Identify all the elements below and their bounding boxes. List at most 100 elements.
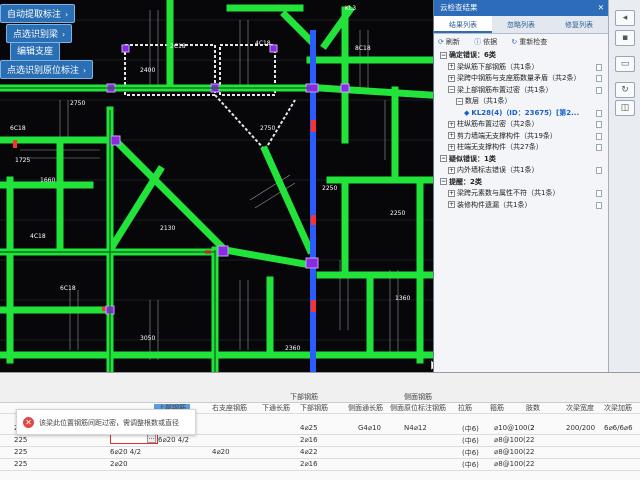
- table-cell[interactable]: ⌀8@100(2: [494, 448, 530, 456]
- side-toolbar: ◂ ▪ ▭ ↻ ◫: [608, 0, 640, 372]
- cad-label: 2400: [140, 67, 155, 74]
- basis-button[interactable]: ⓘ 依据: [474, 38, 503, 46]
- expand-icon[interactable]: +: [448, 189, 455, 197]
- tree-item-label: 梁纵筋下部钢筋（共1条）: [457, 62, 539, 71]
- collapse-icon[interactable]: −: [440, 51, 447, 59]
- tree-item[interactable]: + 装修构件遗漏（共1条）: [434, 200, 608, 212]
- table-cell[interactable]: 4⌀25: [300, 424, 318, 432]
- tab-ignored[interactable]: 忽略列表: [492, 16, 550, 33]
- pick-identify-beam-button[interactable]: 点选识别梁 ›: [6, 24, 73, 43]
- table-cell[interactable]: ⌀8@100(2: [494, 436, 530, 444]
- expand-icon[interactable]: +: [448, 143, 455, 151]
- expand-icon[interactable]: +: [448, 63, 455, 70]
- pin-icon[interactable]: ▪: [615, 30, 635, 46]
- document-icon[interactable]: [596, 201, 602, 209]
- table-cell[interactable]: ⌀10@100(2: [494, 424, 535, 432]
- tree-item[interactable]: + 梁跨元素数与属性不符（共1条）: [434, 188, 608, 200]
- tree-item[interactable]: + 柱纵筋布置过密（共2条）: [434, 119, 608, 131]
- group-header: 下部钢筋: [290, 393, 318, 401]
- tree-item[interactable]: + 梁跨中钢筋与支座筋数量矛盾（共2条）: [434, 73, 608, 85]
- table-cell[interactable]: 6⌀20 4/2: [110, 448, 141, 456]
- expand-icon[interactable]: +: [448, 74, 455, 82]
- collapse-icon[interactable]: −: [440, 178, 447, 185]
- tree-item-label: 柱纵筋布置过密（共2条）: [457, 120, 539, 128]
- document-icon[interactable]: [596, 167, 602, 174]
- panel-tabs: 结果列表 忽略列表 修复列表: [434, 16, 608, 34]
- tree-item[interactable]: + 剪力墙端无支撑构件（共19条）: [434, 131, 608, 143]
- table-cell[interactable]: 225: [14, 460, 27, 468]
- cad-label: 1360: [395, 295, 410, 302]
- table-cell[interactable]: 4⌀20: [212, 448, 230, 456]
- expand-icon[interactable]: +: [448, 166, 455, 174]
- tree-item-label: 梁上部钢筋布置过密（共1条）: [457, 85, 553, 94]
- expand-icon[interactable]: +: [448, 120, 455, 128]
- document-icon[interactable]: [596, 63, 602, 71]
- document-icon[interactable]: [596, 86, 602, 94]
- edit-support-button[interactable]: 编辑支座: [10, 42, 61, 61]
- cad-drawing[interactable]: 6C18 2400 1725 1660 4C18 6C18 2130 2C18 …: [0, 0, 440, 372]
- close-icon[interactable]: ✕: [598, 0, 604, 16]
- collapse-icon[interactable]: −: [448, 86, 455, 93]
- table-cell[interactable]: 2⌀20: [110, 460, 128, 468]
- table-cell[interactable]: (中6): [462, 424, 479, 434]
- tree-item-label: 剪力墙端无支撑构件（共19条）: [457, 131, 557, 140]
- tree-item[interactable]: ◆ KL28(4)（ID：23675）[第2...: [434, 108, 608, 120]
- cad-label: 6C18: [60, 285, 76, 292]
- table-cell[interactable]: 2: [530, 460, 534, 468]
- table-cell[interactable]: 6⌀20 4/2: [158, 436, 189, 444]
- document-icon[interactable]: [596, 144, 602, 151]
- collapse-icon[interactable]: ◂: [615, 10, 635, 26]
- table-cell[interactable]: 225: [14, 436, 27, 444]
- collapse-icon[interactable]: −: [440, 155, 447, 162]
- table-cell[interactable]: 2⌀16: [300, 460, 318, 468]
- tree-item[interactable]: + 柱端无支撑构件（共27条）: [434, 142, 608, 154]
- table-cell[interactable]: 2: [530, 424, 534, 432]
- pick-identify-in-situ-annotation-button[interactable]: 点选识别原位标注 ›: [0, 60, 94, 79]
- expand-icon[interactable]: +: [448, 201, 455, 208]
- rotate-icon[interactable]: ↻: [615, 82, 635, 98]
- table-cell[interactable]: 6⌀6/6⌀6: [604, 424, 633, 432]
- document-icon[interactable]: [596, 132, 602, 140]
- table-cell[interactable]: G4⌀10: [358, 424, 381, 432]
- document-icon[interactable]: [596, 121, 602, 128]
- table-cell[interactable]: 2⌀16: [300, 436, 318, 444]
- cad-canvas[interactable]: 6C18 2400 1725 1660 4C18 6C18 2130 2C18 …: [0, 0, 440, 372]
- toggle-icon[interactable]: ▭: [615, 56, 635, 72]
- table-cell[interactable]: ⌀8@100(2: [494, 460, 530, 468]
- tree-item[interactable]: − 数层（共1条）: [434, 96, 608, 108]
- cad-label: 2250: [322, 185, 337, 192]
- tab-results[interactable]: 结果列表: [434, 16, 492, 33]
- table-cell[interactable]: 2: [530, 436, 534, 444]
- tree-item[interactable]: − 疑似错误：1类: [434, 154, 608, 166]
- table-cell[interactable]: N4⌀12: [404, 424, 427, 432]
- tab-repaired[interactable]: 修复列表: [550, 16, 608, 33]
- tree-item-label: 内外墙标志错误（共1条）: [457, 166, 539, 174]
- refresh-button[interactable]: ⟳ 刷新: [438, 38, 466, 46]
- zoom-icon[interactable]: ◫: [615, 100, 635, 116]
- error-message: 该梁此位置钢筋间距过密，需调整根数或直径: [39, 419, 179, 427]
- tree-item[interactable]: − 提醒：2类: [434, 177, 608, 189]
- document-icon[interactable]: [596, 190, 602, 197]
- tree-item[interactable]: − 确定错误：6类: [434, 50, 608, 62]
- tree-item[interactable]: + 内外墙标志错误（共1条）: [434, 165, 608, 177]
- table-cell[interactable]: 200/200: [566, 424, 595, 432]
- table-cell[interactable]: (中6): [462, 436, 479, 446]
- tree-item-label: 提醒：2类: [449, 177, 482, 186]
- table-cell[interactable]: 2: [530, 448, 534, 456]
- tree-item[interactable]: − 梁上部钢筋布置过密（共1条）: [434, 85, 608, 97]
- recheck-button[interactable]: ↻ 重新检查: [511, 38, 553, 46]
- tree-item[interactable]: + 梁纵筋下部钢筋（共1条）: [434, 62, 608, 74]
- column-header: 侧面通长筋: [348, 404, 383, 412]
- chevron-right-icon: ›: [65, 10, 69, 19]
- info-icon: ⓘ: [474, 38, 482, 46]
- tree-item-label: 装修构件遗漏（共1条）: [457, 200, 532, 209]
- document-icon[interactable]: [596, 75, 602, 82]
- table-cell[interactable]: 4⌀22: [300, 448, 318, 456]
- table-cell[interactable]: (中6): [462, 460, 479, 470]
- auto-extract-annotation-button[interactable]: 自动提取标注 ›: [0, 4, 76, 23]
- table-cell[interactable]: 225: [14, 448, 27, 456]
- document-icon[interactable]: [596, 109, 602, 117]
- expand-icon[interactable]: +: [448, 132, 455, 139]
- collapse-icon[interactable]: −: [456, 97, 463, 105]
- table-cell[interactable]: (中6): [462, 448, 479, 458]
